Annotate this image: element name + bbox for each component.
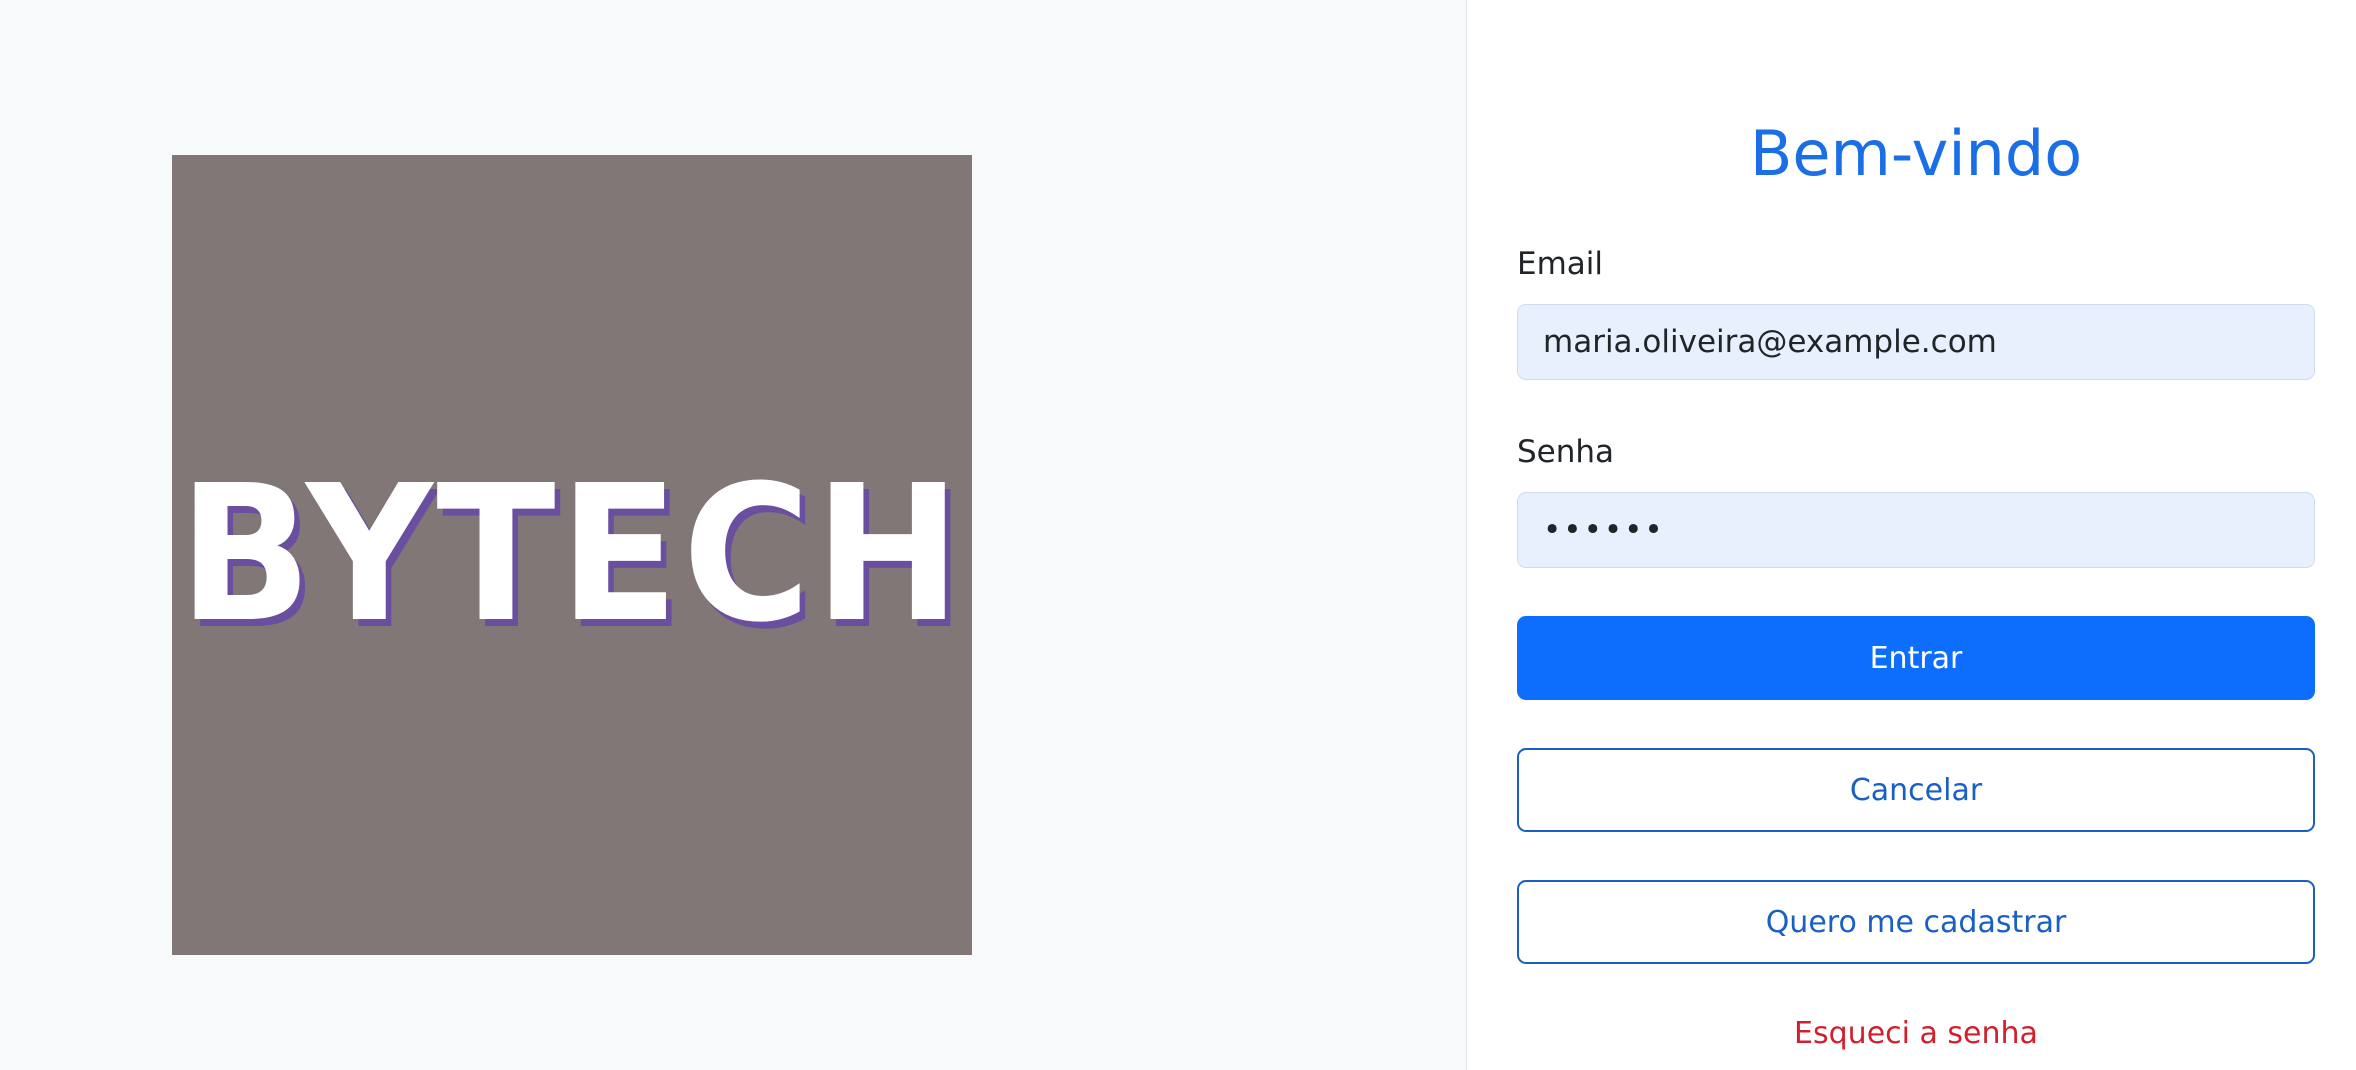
email-label: Email (1517, 246, 1604, 282)
login-page: BYTECH Bem-vindo Email Senha Entrar Canc… (0, 0, 2356, 1070)
page-title: Bem-vindo (1749, 117, 2083, 190)
email-field[interactable] (1517, 304, 2315, 380)
login-form-panel: Bem-vindo Email Senha Entrar Cancelar Qu… (1466, 0, 2356, 1070)
brand-panel: BYTECH (0, 0, 1466, 1070)
login-button[interactable]: Entrar (1517, 616, 2315, 700)
password-field[interactable] (1517, 492, 2315, 568)
logo-wordmark: BYTECH (179, 445, 965, 664)
cancel-button[interactable]: Cancelar (1517, 748, 2315, 832)
forgot-password-link[interactable]: Esqueci a senha (1517, 1016, 2315, 1051)
password-label: Senha (1517, 434, 1615, 470)
brand-logo: BYTECH (172, 155, 972, 955)
signup-button[interactable]: Quero me cadastrar (1517, 880, 2315, 964)
